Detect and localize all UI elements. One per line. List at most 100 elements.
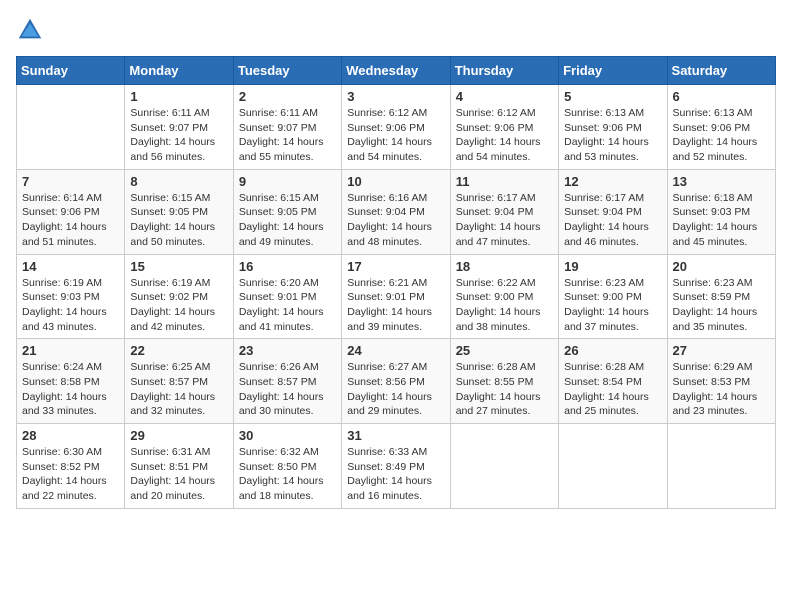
- day-info: Sunrise: 6:27 AM Sunset: 8:56 PM Dayligh…: [347, 360, 444, 419]
- calendar-cell: 28 Sunrise: 6:30 AM Sunset: 8:52 PM Dayli…: [17, 424, 125, 509]
- calendar-cell: 17 Sunrise: 6:21 AM Sunset: 9:01 PM Dayli…: [342, 254, 450, 339]
- calendar-cell: 14 Sunrise: 6:19 AM Sunset: 9:03 PM Dayli…: [17, 254, 125, 339]
- day-info: Sunrise: 6:19 AM Sunset: 9:03 PM Dayligh…: [22, 276, 119, 335]
- calendar-cell: 2 Sunrise: 6:11 AM Sunset: 9:07 PM Daylig…: [233, 85, 341, 170]
- day-number: 4: [456, 89, 553, 104]
- calendar-cell: [450, 424, 558, 509]
- header-day: Saturday: [667, 57, 775, 85]
- calendar-cell: [667, 424, 775, 509]
- day-info: Sunrise: 6:32 AM Sunset: 8:50 PM Dayligh…: [239, 445, 336, 504]
- day-info: Sunrise: 6:28 AM Sunset: 8:55 PM Dayligh…: [456, 360, 553, 419]
- logo-icon: [16, 16, 44, 44]
- day-info: Sunrise: 6:26 AM Sunset: 8:57 PM Dayligh…: [239, 360, 336, 419]
- header-row: SundayMondayTuesdayWednesdayThursdayFrid…: [17, 57, 776, 85]
- day-info: Sunrise: 6:12 AM Sunset: 9:06 PM Dayligh…: [456, 106, 553, 165]
- calendar-week: 28 Sunrise: 6:30 AM Sunset: 8:52 PM Dayli…: [17, 424, 776, 509]
- calendar-cell: 11Sunrise: 6:17 AM Sunset: 9:04 PM Dayli…: [450, 169, 558, 254]
- calendar-cell: 30 Sunrise: 6:32 AM Sunset: 8:50 PM Dayli…: [233, 424, 341, 509]
- calendar-cell: 29Sunrise: 6:31 AM Sunset: 8:51 PM Dayli…: [125, 424, 233, 509]
- calendar-cell: 19 Sunrise: 6:23 AM Sunset: 9:00 PM Dayli…: [559, 254, 667, 339]
- day-number: 15: [130, 259, 227, 274]
- calendar-cell: 3 Sunrise: 6:12 AM Sunset: 9:06 PM Daylig…: [342, 85, 450, 170]
- day-info: Sunrise: 6:23 AM Sunset: 8:59 PM Dayligh…: [673, 276, 770, 335]
- day-info: Sunrise: 6:13 AM Sunset: 9:06 PM Dayligh…: [564, 106, 661, 165]
- calendar-cell: 13 Sunrise: 6:18 AM Sunset: 9:03 PM Dayli…: [667, 169, 775, 254]
- calendar-cell: 25 Sunrise: 6:28 AM Sunset: 8:55 PM Dayli…: [450, 339, 558, 424]
- day-number: 14: [22, 259, 119, 274]
- day-info: Sunrise: 6:20 AM Sunset: 9:01 PM Dayligh…: [239, 276, 336, 335]
- day-number: 2: [239, 89, 336, 104]
- day-info: Sunrise: 6:28 AM Sunset: 8:54 PM Dayligh…: [564, 360, 661, 419]
- day-info: Sunrise: 6:29 AM Sunset: 8:53 PM Dayligh…: [673, 360, 770, 419]
- day-info: Sunrise: 6:22 AM Sunset: 9:00 PM Dayligh…: [456, 276, 553, 335]
- day-number: 1: [130, 89, 227, 104]
- day-number: 16: [239, 259, 336, 274]
- calendar-cell: 31Sunrise: 6:33 AM Sunset: 8:49 PM Dayli…: [342, 424, 450, 509]
- day-number: 22: [130, 343, 227, 358]
- day-info: Sunrise: 6:17 AM Sunset: 9:04 PM Dayligh…: [564, 191, 661, 250]
- calendar-cell: [17, 85, 125, 170]
- calendar-cell: [559, 424, 667, 509]
- day-info: Sunrise: 6:19 AM Sunset: 9:02 PM Dayligh…: [130, 276, 227, 335]
- day-number: 12: [564, 174, 661, 189]
- day-number: 7: [22, 174, 119, 189]
- day-number: 27: [673, 343, 770, 358]
- day-info: Sunrise: 6:18 AM Sunset: 9:03 PM Dayligh…: [673, 191, 770, 250]
- calendar-week: 14 Sunrise: 6:19 AM Sunset: 9:03 PM Dayli…: [17, 254, 776, 339]
- day-info: Sunrise: 6:11 AM Sunset: 9:07 PM Dayligh…: [239, 106, 336, 165]
- day-number: 8: [130, 174, 227, 189]
- day-number: 21: [22, 343, 119, 358]
- header-day: Wednesday: [342, 57, 450, 85]
- calendar-cell: 15 Sunrise: 6:19 AM Sunset: 9:02 PM Dayli…: [125, 254, 233, 339]
- day-number: 5: [564, 89, 661, 104]
- day-info: Sunrise: 6:21 AM Sunset: 9:01 PM Dayligh…: [347, 276, 444, 335]
- calendar-cell: 4 Sunrise: 6:12 AM Sunset: 9:06 PM Daylig…: [450, 85, 558, 170]
- day-info: Sunrise: 6:30 AM Sunset: 8:52 PM Dayligh…: [22, 445, 119, 504]
- calendar-cell: 27 Sunrise: 6:29 AM Sunset: 8:53 PM Dayli…: [667, 339, 775, 424]
- day-number: 6: [673, 89, 770, 104]
- calendar-cell: 6 Sunrise: 6:13 AM Sunset: 9:06 PM Daylig…: [667, 85, 775, 170]
- logo: [16, 16, 48, 44]
- calendar-cell: 12 Sunrise: 6:17 AM Sunset: 9:04 PM Dayli…: [559, 169, 667, 254]
- calendar-cell: 8Sunrise: 6:15 AM Sunset: 9:05 PM Daylig…: [125, 169, 233, 254]
- day-info: Sunrise: 6:11 AM Sunset: 9:07 PM Dayligh…: [130, 106, 227, 165]
- day-number: 18: [456, 259, 553, 274]
- day-number: 9: [239, 174, 336, 189]
- day-number: 13: [673, 174, 770, 189]
- day-number: 30: [239, 428, 336, 443]
- calendar-cell: 21 Sunrise: 6:24 AM Sunset: 8:58 PM Dayli…: [17, 339, 125, 424]
- day-number: 29: [130, 428, 227, 443]
- calendar-cell: 22 Sunrise: 6:25 AM Sunset: 8:57 PM Dayli…: [125, 339, 233, 424]
- day-number: 3: [347, 89, 444, 104]
- day-info: Sunrise: 6:12 AM Sunset: 9:06 PM Dayligh…: [347, 106, 444, 165]
- day-info: Sunrise: 6:24 AM Sunset: 8:58 PM Dayligh…: [22, 360, 119, 419]
- calendar-cell: 7 Sunrise: 6:14 AM Sunset: 9:06 PM Daylig…: [17, 169, 125, 254]
- calendar-week: 7 Sunrise: 6:14 AM Sunset: 9:06 PM Daylig…: [17, 169, 776, 254]
- day-number: 28: [22, 428, 119, 443]
- day-info: Sunrise: 6:23 AM Sunset: 9:00 PM Dayligh…: [564, 276, 661, 335]
- calendar-cell: 9 Sunrise: 6:15 AM Sunset: 9:05 PM Daylig…: [233, 169, 341, 254]
- calendar-cell: 16 Sunrise: 6:20 AM Sunset: 9:01 PM Dayli…: [233, 254, 341, 339]
- day-number: 20: [673, 259, 770, 274]
- header-day: Monday: [125, 57, 233, 85]
- calendar-cell: 1 Sunrise: 6:11 AM Sunset: 9:07 PM Daylig…: [125, 85, 233, 170]
- day-info: Sunrise: 6:13 AM Sunset: 9:06 PM Dayligh…: [673, 106, 770, 165]
- day-number: 17: [347, 259, 444, 274]
- calendar-cell: 26 Sunrise: 6:28 AM Sunset: 8:54 PM Dayli…: [559, 339, 667, 424]
- calendar-cell: 24Sunrise: 6:27 AM Sunset: 8:56 PM Dayli…: [342, 339, 450, 424]
- calendar-cell: 23Sunrise: 6:26 AM Sunset: 8:57 PM Dayli…: [233, 339, 341, 424]
- header-day: Tuesday: [233, 57, 341, 85]
- day-info: Sunrise: 6:25 AM Sunset: 8:57 PM Dayligh…: [130, 360, 227, 419]
- calendar-cell: 10 Sunrise: 6:16 AM Sunset: 9:04 PM Dayli…: [342, 169, 450, 254]
- day-number: 25: [456, 343, 553, 358]
- day-number: 26: [564, 343, 661, 358]
- calendar-cell: 20 Sunrise: 6:23 AM Sunset: 8:59 PM Dayli…: [667, 254, 775, 339]
- calendar-week: 1 Sunrise: 6:11 AM Sunset: 9:07 PM Daylig…: [17, 85, 776, 170]
- calendar-body: 1 Sunrise: 6:11 AM Sunset: 9:07 PM Daylig…: [17, 85, 776, 509]
- day-info: Sunrise: 6:16 AM Sunset: 9:04 PM Dayligh…: [347, 191, 444, 250]
- day-info: Sunrise: 6:15 AM Sunset: 9:05 PM Dayligh…: [239, 191, 336, 250]
- day-info: Sunrise: 6:14 AM Sunset: 9:06 PM Dayligh…: [22, 191, 119, 250]
- day-number: 10: [347, 174, 444, 189]
- calendar-header: SundayMondayTuesdayWednesdayThursdayFrid…: [17, 57, 776, 85]
- day-number: 19: [564, 259, 661, 274]
